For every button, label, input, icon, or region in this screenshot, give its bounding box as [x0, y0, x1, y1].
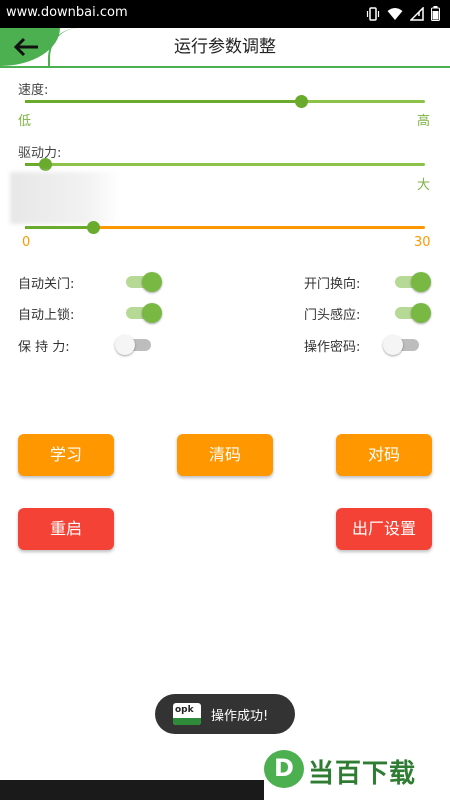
head-sensor-toggle[interactable] [391, 303, 431, 323]
signal-icon [410, 6, 424, 21]
toast-message: 操作成功! [211, 708, 269, 724]
app-bar: 运行参数调整 [0, 28, 450, 68]
brand-watermark: D 当百下载 [264, 745, 444, 793]
page-title: 运行参数调整 [174, 37, 276, 57]
app-logo-text: opk [175, 705, 194, 715]
brand-logo-icon: D [264, 750, 304, 788]
app-logo-stripe [173, 718, 201, 725]
range-slider-fill [25, 226, 93, 229]
pair-code-button[interactable]: 对码 [336, 434, 432, 476]
auto-close-toggle[interactable] [122, 272, 162, 292]
drive-force-slider-thumb[interactable] [39, 158, 52, 171]
toggle-knob [383, 335, 403, 355]
clear-code-button[interactable]: 清码 [177, 434, 273, 476]
status-bar: www.downbai.com [0, 0, 450, 28]
auto-lock-toggle[interactable] [122, 303, 162, 323]
password-toggle[interactable] [383, 335, 423, 355]
status-icons [366, 6, 440, 21]
vibrate-icon [366, 6, 380, 21]
auto-lock-label: 自动上锁: [18, 308, 75, 323]
toast: opk 操作成功! [155, 694, 295, 734]
speed-slider[interactable] [25, 94, 425, 110]
auto-close-label: 自动关门: [18, 277, 75, 292]
wifi-icon [387, 7, 403, 20]
range-slider-thumb[interactable] [87, 221, 100, 234]
blurred-region [10, 172, 120, 224]
speed-slider-fill [25, 100, 301, 103]
toggle-knob [115, 335, 135, 355]
drive-force-slider-track [25, 163, 425, 166]
drive-force-slider[interactable] [25, 157, 425, 173]
learn-button[interactable]: 学习 [18, 434, 114, 476]
head-sensor-label: 门头感应: [304, 308, 361, 323]
app-logo-icon: opk [173, 703, 201, 725]
range-min-label: 0 [22, 235, 31, 250]
navigation-bar [0, 780, 264, 800]
password-label: 操作密码: [304, 340, 361, 355]
range-max-label: 30 [414, 235, 431, 250]
watermark-text: www.downbai.com [6, 5, 128, 20]
reverse-open-toggle[interactable] [391, 272, 431, 292]
toggle-knob [142, 303, 162, 323]
speed-slider-track [25, 100, 425, 103]
holding-force-toggle[interactable] [115, 335, 155, 355]
holding-force-label: 保 持 力: [18, 340, 70, 355]
brand-logo-letter: D [274, 754, 294, 782]
toggle-knob [411, 303, 431, 323]
range-slider[interactable] [25, 220, 425, 236]
battery-icon [431, 6, 440, 21]
range-slider-track [25, 226, 425, 229]
factory-reset-button[interactable]: 出厂设置 [336, 508, 432, 550]
speed-min-label: 低 [18, 114, 32, 129]
drive-force-max-label: 大 [417, 178, 431, 193]
reverse-open-label: 开门换向: [304, 277, 361, 292]
restart-button[interactable]: 重启 [18, 508, 114, 550]
toggle-knob [142, 272, 162, 292]
speed-max-label: 高 [417, 114, 431, 129]
speed-slider-thumb[interactable] [295, 95, 308, 108]
toggle-knob [411, 272, 431, 292]
brand-text: 当百下载 [308, 759, 417, 789]
